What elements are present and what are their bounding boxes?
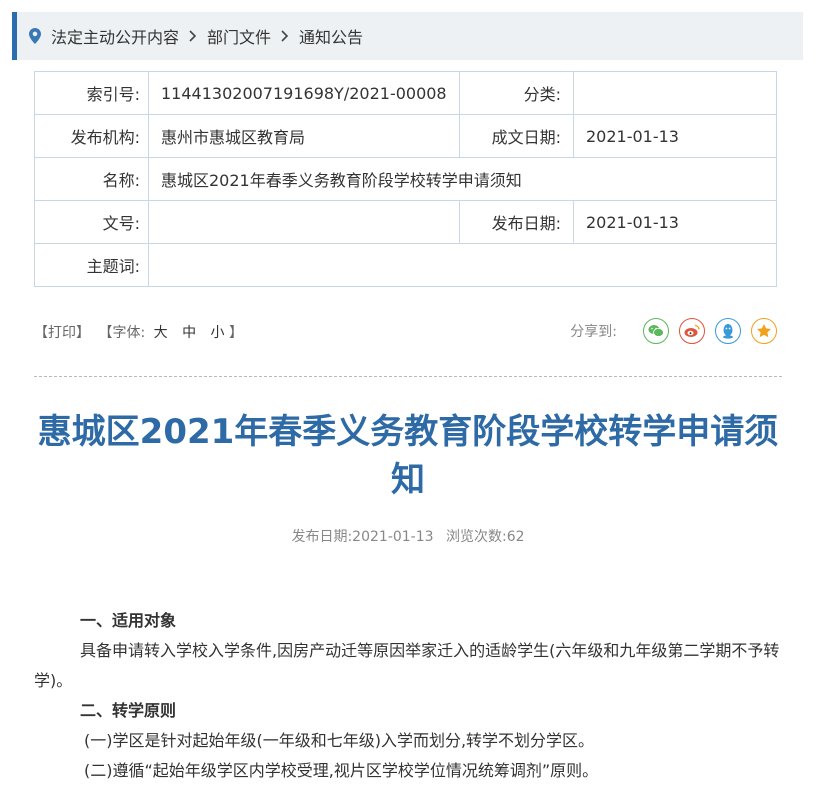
index-label: 索引号:	[34, 71, 149, 115]
name-label: 名称:	[34, 157, 149, 201]
print-button[interactable]: 【打印】	[34, 325, 90, 341]
page-tools: 【打印】 【字体: 大 中 小 】	[34, 322, 243, 342]
breadcrumb-link-public-content[interactable]: 法定主动公开内容	[51, 24, 179, 48]
qzone-icon[interactable]	[751, 318, 777, 344]
name-value: 惠城区2021年春季义务教育阶段学校转学申请须知	[148, 157, 777, 201]
subject-label: 主题词:	[34, 243, 149, 287]
index-value: 11441302007191698Y/2021-00008	[148, 71, 460, 115]
category-label: 分类:	[459, 71, 574, 115]
share-bar: 分享到:	[570, 318, 777, 344]
org-value: 惠州市惠城区教育局	[148, 114, 460, 158]
share-label: 分享到:	[570, 324, 617, 340]
article-pub-info: 发布日期:2021-01-13 浏览次数:62	[34, 526, 782, 546]
weibo-icon[interactable]	[679, 318, 705, 344]
divider	[34, 376, 782, 377]
section-heading: 二、转学原则	[80, 701, 177, 720]
font-large-button[interactable]: 大	[154, 325, 168, 341]
font-size-prefix: 【字体:	[98, 325, 146, 341]
breadcrumb: 法定主动公开内容 部门文件 通知公告	[12, 12, 803, 60]
breadcrumb-link-notices[interactable]: 通知公告	[299, 24, 363, 48]
font-medium-button[interactable]: 中	[182, 325, 196, 341]
docno-value	[148, 200, 460, 244]
wechat-icon[interactable]	[643, 318, 669, 344]
paragraph: 具备申请转入学校入学条件,因房产动迁等原因举家迁入的适龄学生(六年级和九年级第二…	[34, 641, 780, 690]
article-body: 一、适用对象 具备申请转入学校入学条件,因房产动迁等原因举家迁入的适龄学生(六年…	[34, 606, 782, 786]
font-size-suffix: 】	[228, 325, 243, 341]
docno-label: 文号:	[34, 200, 149, 244]
chevron-right-icon	[281, 27, 289, 46]
article-title: 惠城区2021年春季义务教育阶段学校转学申请须知	[37, 412, 779, 500]
subject-value	[148, 243, 777, 287]
paragraph: (二)遵循“起始年级学区内学校受理,视片区学校学位情况统筹调剂”原则。	[84, 761, 599, 780]
breadcrumb-link-dept-docs[interactable]: 部门文件	[207, 24, 271, 48]
article-pub-date: 发布日期:2021-01-13	[291, 529, 434, 545]
chevron-right-icon	[189, 27, 197, 46]
publish-date-label: 发布日期:	[459, 200, 574, 244]
article-view-count: 浏览次数:62	[446, 529, 525, 545]
created-date-value: 2021-01-13	[573, 114, 777, 158]
section-heading: 一、适用对象	[80, 611, 177, 630]
org-label: 发布机构:	[34, 114, 149, 158]
created-date-label: 成文日期:	[459, 114, 574, 158]
paragraph: (一)学区是针对起始年级(一年级和七年级)入学而划分,转学不划分学区。	[84, 731, 595, 750]
font-small-button[interactable]: 小	[211, 325, 225, 341]
category-value	[573, 71, 777, 115]
location-pin-icon	[29, 28, 41, 44]
document-meta-table: 索引号: 11441302007191698Y/2021-00008 分类: 发…	[34, 71, 777, 287]
qq-icon[interactable]	[715, 318, 741, 344]
publish-date-value: 2021-01-13	[573, 200, 777, 244]
